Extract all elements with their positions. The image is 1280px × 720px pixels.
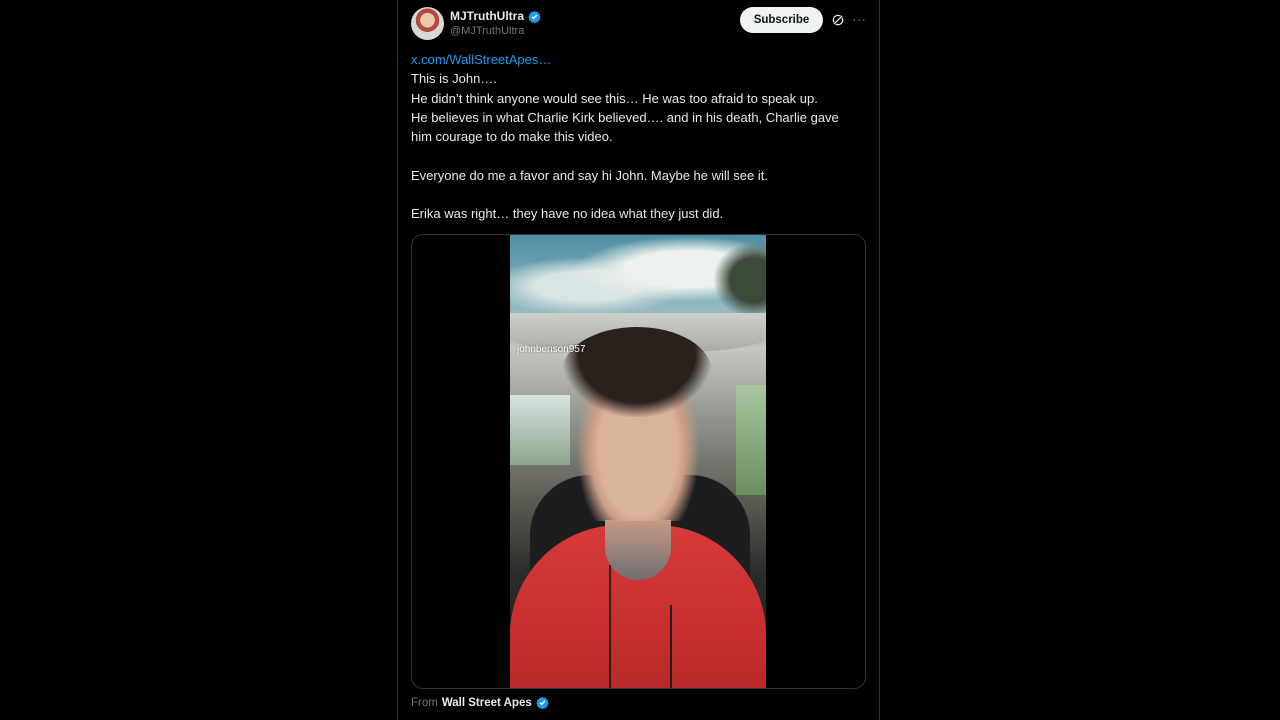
verified-badge-icon	[535, 696, 549, 709]
media-container: johnbenson957	[411, 234, 866, 689]
post-text-line: Erika was right… they have no idea what …	[411, 206, 724, 222]
post-column: MJTruthUltra @MJTruthUltra Subscribe ···…	[397, 0, 880, 720]
author-display-name[interactable]: MJTruthUltra	[450, 9, 524, 23]
author-handle[interactable]: @MJTruthUltra	[450, 25, 524, 37]
more-icon[interactable]: ···	[852, 10, 866, 28]
video-attribution: From Wall Street Apes	[411, 696, 549, 709]
video-frame-drawstring	[670, 605, 672, 688]
grok-icon[interactable]	[831, 13, 845, 27]
post-text-line: He didn’t think anyone would see this… H…	[411, 90, 818, 106]
post-text-line: He believes in what Charlie Kirk believe…	[411, 109, 839, 125]
post-text-line: Everyone do me a favor and say hi John. …	[411, 167, 768, 183]
attribution-source[interactable]: Wall Street Apes	[442, 697, 532, 709]
video-watermark: johnbenson957	[517, 344, 586, 355]
subscribe-button[interactable]: Subscribe	[740, 7, 823, 33]
avatar[interactable]	[411, 7, 444, 40]
attribution-prefix: From	[411, 696, 438, 709]
video-frame-window-left	[510, 395, 570, 465]
author-name-row: MJTruthUltra	[450, 8, 541, 24]
video-frame-hair	[562, 327, 712, 417]
video-frame-window-right	[736, 385, 766, 495]
video-frame-trees	[706, 235, 766, 325]
post-text-line: him courage to do make this video.	[411, 129, 613, 145]
video-player[interactable]: johnbenson957	[510, 235, 766, 688]
video-frame-drawstring	[609, 565, 611, 688]
post-link[interactable]: x.com/WallStreetApes…	[411, 50, 871, 69]
verified-badge-icon	[528, 10, 541, 23]
post-text: x.com/WallStreetApes… This is John…. He …	[411, 50, 871, 224]
post-text-line: This is John….	[411, 71, 497, 87]
